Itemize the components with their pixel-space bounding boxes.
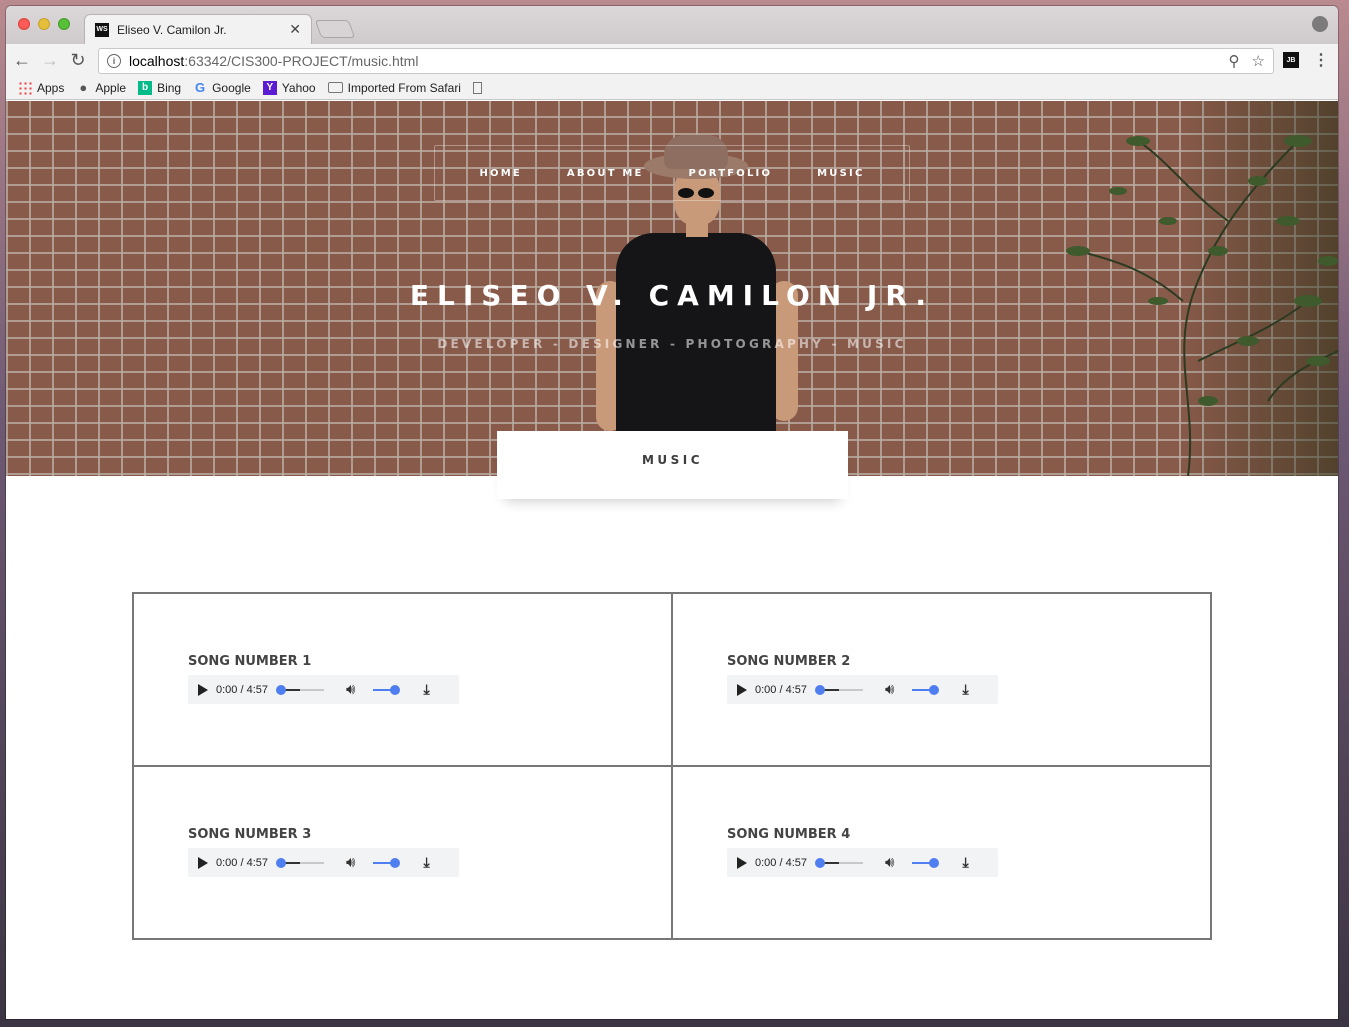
- audio-progress-slider[interactable]: [276, 684, 324, 695]
- bookmark-label: Apps: [37, 80, 65, 95]
- apple-icon: ●: [79, 80, 88, 95]
- bookmark-label: Apple: [95, 80, 127, 95]
- forward-icon[interactable]: →: [38, 48, 62, 72]
- bookmark-yahoo[interactable]: Y Yahoo: [262, 80, 316, 95]
- document-icon: [472, 81, 482, 94]
- bookmark-document[interactable]: [472, 81, 487, 94]
- browser-window: WS Eliseo V. Camilon Jr. ✕ ← → ↻ i local…: [6, 6, 1338, 1019]
- maximize-window-button[interactable]: [58, 18, 70, 30]
- nav-about-me[interactable]: ABOUT ME: [567, 168, 644, 179]
- bookmark-label: Yahoo: [281, 80, 316, 95]
- volume-slider[interactable]: [912, 684, 940, 695]
- reload-icon[interactable]: ↻: [66, 48, 90, 72]
- volume-icon[interactable]: 🔊︎: [346, 854, 355, 871]
- audio-progress-slider[interactable]: [815, 684, 863, 695]
- download-icon[interactable]: ⤓: [423, 681, 429, 698]
- google-icon: G: [195, 80, 206, 95]
- audio-player[interactable]: 0:00 / 4:57 🔊︎ ⤓: [188, 848, 459, 877]
- audio-time: 0:00 / 4:57: [216, 856, 268, 869]
- audio-player[interactable]: 0:00 / 4:57 🔊︎ ⤓: [727, 848, 998, 877]
- bookmark-label: Imported From Safari: [347, 80, 461, 95]
- close-window-button[interactable]: [18, 18, 30, 30]
- zoom-icon[interactable]: ⚲: [1229, 52, 1240, 70]
- audio-player[interactable]: 0:00 / 4:57 🔊︎ ⤓: [188, 675, 459, 704]
- download-icon[interactable]: ⤓: [962, 681, 968, 698]
- url-host: localhost: [129, 53, 185, 69]
- bookmark-apple[interactable]: ● Apple: [76, 80, 127, 95]
- audio-time: 0:00 / 4:57: [755, 683, 807, 696]
- yahoo-icon: Y: [262, 80, 277, 95]
- browser-menu-icon[interactable]: ⋮: [1313, 50, 1329, 70]
- hero-title: ELISEO V. CAMILON JR.: [409, 279, 935, 312]
- song-grid: SONG NUMBER 1 0:00 / 4:57 🔊︎ ⤓ SONG NUMB…: [132, 592, 1212, 940]
- volume-slider[interactable]: [912, 857, 940, 868]
- song-card: SONG NUMBER 4 0:00 / 4:57 🔊︎ ⤓: [672, 766, 1211, 939]
- section-title: MUSIC: [497, 431, 848, 499]
- song-title: SONG NUMBER 4: [727, 827, 851, 842]
- download-icon[interactable]: ⤓: [423, 854, 429, 871]
- audio-progress-slider[interactable]: [815, 857, 863, 868]
- title-bar: WS Eliseo V. Camilon Jr. ✕: [6, 6, 1338, 44]
- new-tab-button[interactable]: [314, 20, 356, 38]
- play-icon[interactable]: [737, 856, 747, 869]
- url-path: :63342/CIS300-PROJECT/music.html: [184, 53, 419, 69]
- play-icon[interactable]: [198, 856, 208, 869]
- webstorm-icon: WS: [95, 22, 109, 37]
- download-icon[interactable]: ⤓: [962, 854, 968, 871]
- audio-time: 0:00 / 4:57: [216, 683, 268, 696]
- bookmark-imported-from-safari[interactable]: Imported From Safari: [327, 80, 461, 95]
- audio-player[interactable]: 0:00 / 4:57 🔊︎ ⤓: [727, 675, 998, 704]
- bing-icon: b: [138, 80, 153, 95]
- audio-time: 0:00 / 4:57: [755, 856, 807, 869]
- bookmark-google[interactable]: G Google: [193, 80, 251, 95]
- song-title: SONG NUMBER 2: [727, 654, 851, 669]
- play-icon[interactable]: [198, 683, 208, 696]
- play-icon[interactable]: [737, 683, 747, 696]
- bookmark-apps[interactable]: Apps: [18, 80, 65, 95]
- browser-toolbar: ← → ↻ i localhost:63342/CIS300-PROJECT/m…: [6, 44, 1338, 76]
- song-title: SONG NUMBER 3: [188, 827, 312, 842]
- minimize-window-button[interactable]: [38, 18, 50, 30]
- volume-slider[interactable]: [373, 857, 401, 868]
- bookmark-star-icon[interactable]: ☆: [1252, 52, 1265, 70]
- volume-icon[interactable]: 🔊︎: [346, 681, 355, 698]
- jetbrains-extension-icon[interactable]: JB: [1283, 52, 1299, 68]
- bookmarks-bar: Apps ● Apple b Bing G Google Y Yahoo Imp…: [6, 76, 1338, 100]
- tab-title: Eliseo V. Camilon Jr.: [117, 22, 227, 37]
- apps-icon: [18, 80, 32, 95]
- nav-home[interactable]: HOME: [479, 168, 521, 179]
- nav-music[interactable]: MUSIC: [817, 168, 864, 179]
- bookmark-bing[interactable]: b Bing: [138, 80, 182, 95]
- main-nav: HOME ABOUT ME PORTFOLIO MUSIC: [434, 145, 910, 201]
- nav-portfolio[interactable]: PORTFOLIO: [689, 168, 773, 179]
- hero-subtitle: DEVELOPER - DESIGNER - PHOTOGRAPHY - MUS…: [437, 337, 907, 351]
- folder-icon: [327, 82, 343, 93]
- song-title: SONG NUMBER 1: [188, 654, 312, 669]
- address-bar[interactable]: i localhost:63342/CIS300-PROJECT/music.h…: [98, 48, 1274, 74]
- audio-progress-slider[interactable]: [276, 857, 324, 868]
- volume-icon[interactable]: 🔊︎: [885, 681, 894, 698]
- web-page: HOME ABOUT ME PORTFOLIO MUSIC ELISEO V. …: [6, 101, 1338, 1019]
- song-card: SONG NUMBER 2 0:00 / 4:57 🔊︎ ⤓: [672, 593, 1211, 766]
- hero-banner: HOME ABOUT ME PORTFOLIO MUSIC ELISEO V. …: [6, 101, 1338, 476]
- song-card: SONG NUMBER 1 0:00 / 4:57 🔊︎ ⤓: [133, 593, 672, 766]
- bookmark-label: Bing: [157, 80, 182, 95]
- browser-tab[interactable]: WS Eliseo V. Camilon Jr. ✕: [84, 14, 312, 44]
- back-icon[interactable]: ←: [10, 48, 34, 72]
- info-icon[interactable]: i: [107, 54, 121, 68]
- volume-slider[interactable]: [373, 684, 401, 695]
- bookmark-label: Google: [212, 80, 251, 95]
- profile-icon[interactable]: [1312, 16, 1328, 32]
- volume-icon[interactable]: 🔊︎: [885, 854, 894, 871]
- close-tab-icon[interactable]: ✕: [289, 21, 301, 38]
- song-card: SONG NUMBER 3 0:00 / 4:57 🔊︎ ⤓: [133, 766, 672, 939]
